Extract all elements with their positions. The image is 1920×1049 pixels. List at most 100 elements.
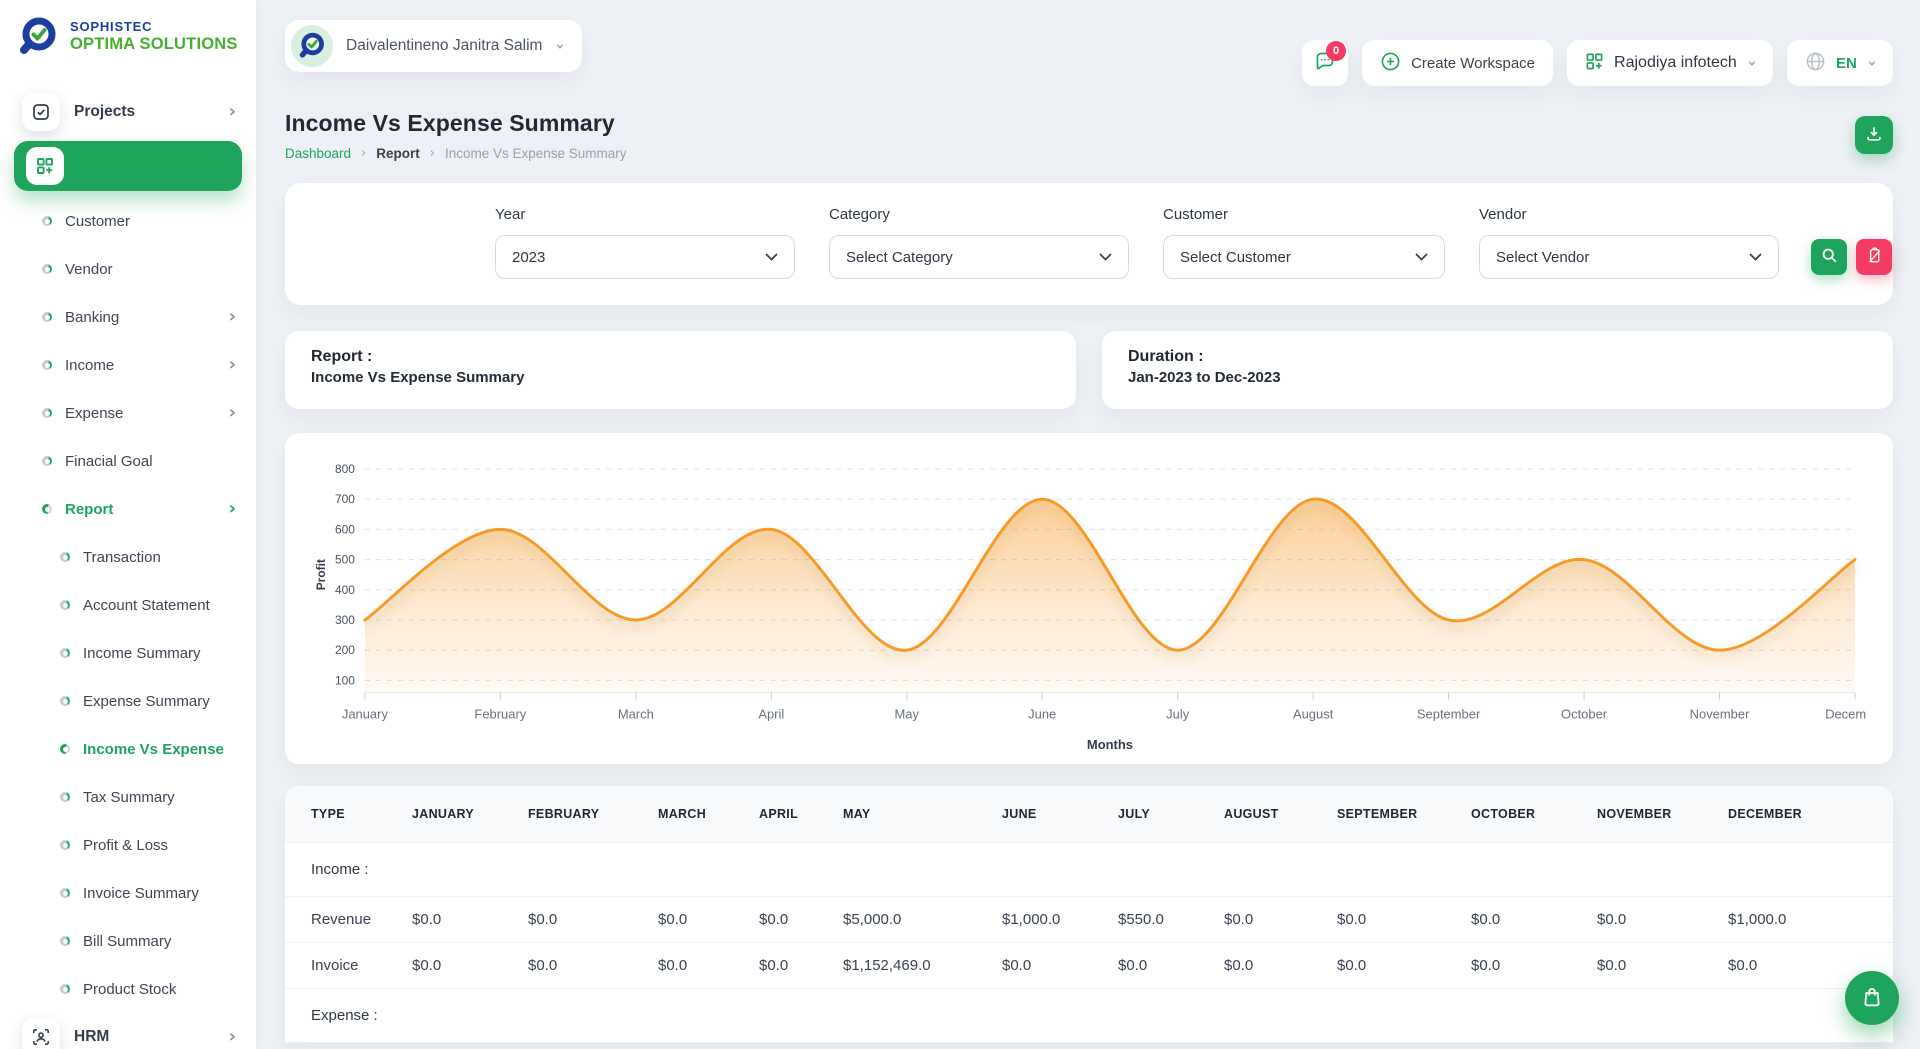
top-right-actions: 0 Create Workspace [1302,40,1893,86]
breadcrumb-report[interactable]: Report [376,146,420,161]
table-header-march: MARCH [658,786,759,842]
bullet-icon [60,648,70,658]
profit-area-chart: 800700600500400300200100JanuaryFebruaryM… [311,457,1867,756]
table-header-july: JULY [1118,786,1224,842]
brand-name-bottom: OPTIMA SOLUTIONS [70,35,238,54]
income-expense-table-card: TYPEJANUARYFEBRUARYMARCHAPRILMAYJUNEJULY… [285,786,1893,1043]
user-scan-icon [22,1018,60,1049]
bullet-icon [60,936,70,946]
bullet-icon [60,888,70,898]
grid-plus-icon [26,147,64,185]
sidebar-item-hrm[interactable]: HRM› [0,1013,256,1049]
user-menu[interactable]: Daivalentineno Janitra Salim › [285,20,582,72]
table-header-january: JANUARY [412,786,528,842]
vendor-field: Vendor Select Vendor [1479,206,1779,279]
table-header-february: FEBRUARY [528,786,658,842]
bullet-icon [60,840,70,850]
bullet-icon [42,312,52,322]
sidebar-item-accounting[interactable]: Accounting› [14,141,242,191]
pos-fab-button[interactable] [1845,971,1899,1025]
sidebar-item-label: Profit & Loss [83,837,168,854]
sidebar-item-transaction[interactable]: Transaction [0,533,256,581]
breadcrumb-separator: › [361,146,366,161]
messages-button[interactable]: 0 [1302,40,1348,86]
customer-field: Customer Select Customer [1163,206,1445,279]
filter-panel: Year 2023 Category Select Category Custo… [285,183,1893,305]
x-tick-label: August [1293,706,1334,721]
category-select[interactable]: Select Category [829,235,1129,279]
chevron-down-icon [1749,253,1762,261]
workspace-switcher[interactable]: Rajodiya infotech › [1567,40,1773,86]
y-tick-label: 600 [335,522,355,536]
sidebar-item-invoice-summary[interactable]: Invoice Summary [0,869,256,917]
search-icon [1821,247,1838,267]
bullet-icon [42,360,52,370]
sidebar-item-bill-summary[interactable]: Bill Summary [0,917,256,965]
sidebar-item-label: Projects [74,103,135,121]
brand-logo-icon [16,15,60,59]
table-header-type: TYPE [285,786,412,842]
chevron-down-icon: › [553,43,568,49]
bullet-icon [42,504,52,514]
sidebar-item-vendor[interactable]: Vendor [0,245,256,293]
row-type-cell: Invoice [285,942,412,988]
x-tick-label: May [895,706,920,721]
y-tick-label: 800 [335,462,355,476]
sidebar-item-label: HRM [74,1028,109,1046]
row-value-cell: $0.0 [759,942,843,988]
report-card: Report : Income Vs Expense Summary [285,331,1076,409]
customer-label: Customer [1163,206,1445,223]
chart-card: 800700600500400300200100JanuaryFebruaryM… [285,433,1893,764]
customer-select[interactable]: Select Customer [1163,235,1445,279]
year-field: Year 2023 [495,206,795,279]
bullet-icon [60,984,70,994]
x-tick-label: November [1690,706,1750,721]
table-header-november: NOVEMBER [1597,786,1728,842]
chevron-right-icon: › [229,500,236,518]
profit-area-chart-svg: 800700600500400300200100JanuaryFebruaryM… [311,457,1867,756]
sidebar-item-report[interactable]: Report› [0,485,256,533]
sidebar-item-account-statement[interactable]: Account Statement [0,581,256,629]
language-selector[interactable]: EN › [1787,40,1893,86]
plus-circle-icon [1380,51,1401,75]
table-section-label: Income : [285,842,1893,896]
y-tick-label: 400 [335,583,355,597]
row-value-cell: $0.0 [412,942,528,988]
x-tick-label: February [474,706,526,721]
sidebar-item-product-stock[interactable]: Product Stock [0,965,256,1013]
sidebar-item-finacial-goal[interactable]: Finacial Goal [0,437,256,485]
avatar [291,25,333,67]
y-tick-label: 100 [335,673,355,687]
breadcrumb-separator: › [430,146,435,161]
brand-logo[interactable]: SOPHISTEC OPTIMA SOLUTIONS [0,0,256,72]
title-row: Income Vs Expense Summary Dashboard › Re… [285,110,1893,161]
vendor-select[interactable]: Select Vendor [1479,235,1779,279]
table-section-label: Expense : [285,988,1893,1042]
sidebar-item-label: Banking [65,309,119,326]
sidebar-item-income-summary[interactable]: Income Summary [0,629,256,677]
sidebar-item-tax-summary[interactable]: Tax Summary [0,773,256,821]
sidebar-item-income[interactable]: Income› [0,341,256,389]
sidebar-item-expense-summary[interactable]: Expense Summary [0,677,256,725]
create-workspace-button[interactable]: Create Workspace [1362,40,1553,86]
x-tick-label: September [1417,706,1481,721]
main-content: Daivalentineno Janitra Salim › 0 [256,0,1920,1049]
row-value-cell: $0.0 [658,896,759,942]
download-report-button[interactable] [1855,116,1893,154]
breadcrumb-dashboard[interactable]: Dashboard [285,146,351,161]
sidebar-item-customer[interactable]: Customer [0,197,256,245]
sidebar-item-income-vs-expense[interactable]: Income Vs Expense [0,725,256,773]
apply-filter-button[interactable] [1811,239,1847,275]
bullet-icon [60,696,70,706]
download-icon [1864,124,1884,147]
sidebar-item-expense[interactable]: Expense› [0,389,256,437]
breadcrumb: Dashboard › Report › Income Vs Expense S… [285,146,627,161]
sidebar-item-label: Customer [65,213,130,230]
reset-filter-button[interactable] [1856,239,1892,275]
year-select[interactable]: 2023 [495,235,795,279]
user-name: Daivalentineno Janitra Salim [346,37,542,55]
sidebar-item-projects[interactable]: Projects› [0,88,256,136]
table-header-april: APRIL [759,786,843,842]
sidebar-item-profit-loss[interactable]: Profit & Loss [0,821,256,869]
sidebar-item-banking[interactable]: Banking› [0,293,256,341]
